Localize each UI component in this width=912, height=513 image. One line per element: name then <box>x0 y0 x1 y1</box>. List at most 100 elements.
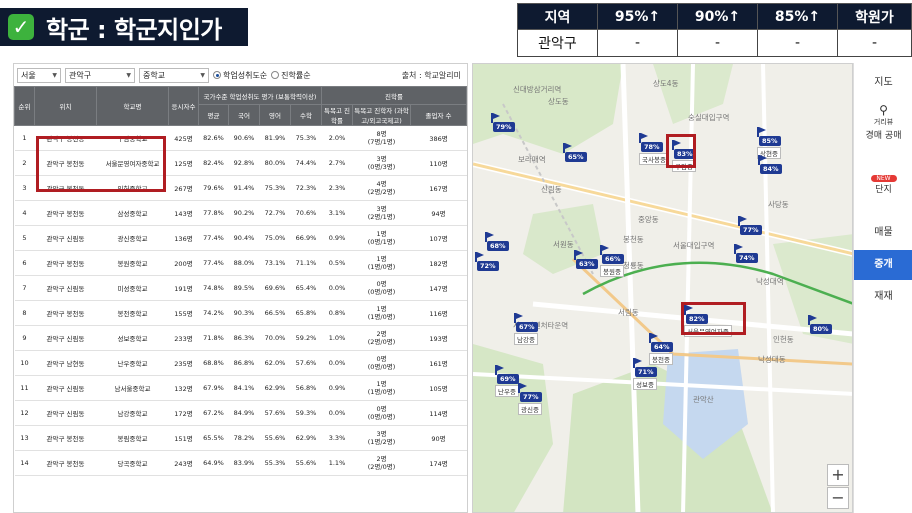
place-label: 청룡동 <box>623 261 644 270</box>
table-row[interactable]: 11 관악구 신림동 남서울중학교 132명 67.9% 84.1% 62.9% 56.8% 0… <box>14 375 467 401</box>
cell-english: 75.3% <box>259 175 291 201</box>
cell-test-takers: 155명 <box>168 300 199 326</box>
school-marker[interactable]: 66% <box>600 245 624 264</box>
new-badge: NEW <box>870 175 897 182</box>
cell-special-count: 0명 (0명/0명) <box>352 275 411 301</box>
district-select[interactable]: 관악구 ▼ <box>65 67 135 83</box>
complex-label: 단지 <box>875 185 892 195</box>
school-marker[interactable]: 85% <box>757 127 781 146</box>
special-count-breakdown: (2명/1명) <box>367 213 396 221</box>
table-row[interactable]: 10 관악구 남현동 난우중학교 235명 68.8% 86.8% 62.0% 57.6% 0.… <box>14 350 467 376</box>
col-korean: 국어 <box>228 104 260 126</box>
school-marker[interactable]: 67% <box>514 313 538 332</box>
special-count-total: 0명 <box>376 280 387 288</box>
school-marker[interactable]: 78% <box>639 133 663 152</box>
special-count-breakdown: (0명/0명) <box>367 413 396 421</box>
school-marker[interactable]: 64% <box>649 333 673 352</box>
zoom-in-button[interactable]: + <box>827 464 849 486</box>
city-select[interactable]: 서울 ▼ <box>17 67 61 83</box>
cell-test-takers: 132명 <box>168 375 199 401</box>
map-tool-redevelop[interactable]: 재재 <box>854 287 912 302</box>
cell-graduates: 193명 <box>410 325 467 351</box>
school-marker[interactable]: 84% <box>758 155 782 174</box>
school-marker[interactable]: 79% <box>491 113 515 132</box>
cell-special-rate: 0.9% <box>321 375 353 401</box>
table-row[interactable]: 13 관악구 봉천동 봉림중학교 151명 65.5% 78.2% 55.6% 62.9% 3.… <box>14 425 467 451</box>
cell-avg: 77.4% <box>198 225 229 251</box>
map-tool-auction[interactable]: 경매 공매 <box>854 131 912 142</box>
cell-rank: 9 <box>14 325 35 351</box>
map-tool-broker[interactable]: 중개 <box>854 250 912 280</box>
cell-rank: 7 <box>14 275 35 301</box>
cell-graduates: 110명 <box>410 150 467 176</box>
school-marker[interactable]: 80% <box>808 315 832 334</box>
stats-cell-academy: - <box>837 29 912 57</box>
cell-avg: 74.8% <box>198 275 229 301</box>
radio-off-icon <box>271 71 280 79</box>
radio-achievement[interactable]: 학업성취도순 <box>213 70 267 81</box>
highlight-box-gueam <box>666 134 696 168</box>
school-type-select[interactable]: 중학교 ▼ <box>139 67 209 83</box>
school-marker[interactable]: 68% <box>485 232 509 251</box>
cell-english: 55.6% <box>259 425 291 451</box>
cell-location: 관악구 신림동 <box>34 275 97 301</box>
place-label: 신대방삼거리역 <box>513 85 562 94</box>
cell-special-count: 1명 (1명/0명) <box>352 375 411 401</box>
table-row[interactable]: 7 관악구 신림동 미성중학교 191명 74.8% 89.5% 69.6% 65.4% 0.0… <box>14 275 467 301</box>
school-marker[interactable]: 69% <box>495 365 519 384</box>
chevron-down-icon: ▼ <box>200 71 205 79</box>
table-row[interactable]: 8 관악구 봉천동 봉천중학교 155명 74.2% 90.3% 66.5% 65.8% 0.8… <box>14 300 467 326</box>
table-row[interactable]: 9 관악구 신림동 성보중학교 233명 71.8% 86.3% 70.0% 59.2% 1.0… <box>14 325 467 351</box>
cell-korean: 78.2% <box>228 425 260 451</box>
cell-special-count: 3명 (0명/3명) <box>352 150 411 176</box>
special-count-breakdown: (2명/0명) <box>367 463 396 471</box>
special-count-total: 0명 <box>376 355 387 363</box>
school-marker[interactable]: 72% <box>475 252 499 271</box>
map-view[interactable]: 신대방삼거리역 상도동 보라매역 숭실대입구역 상도4동 사당동 신림동 서원동… <box>472 63 853 513</box>
cell-avg: 65.5% <box>198 425 229 451</box>
table-row[interactable]: 5 관악구 신림동 광신중학교 136명 77.4% 90.4% 75.0% 66.9% 0.9… <box>14 225 467 251</box>
cell-special-rate: 0.8% <box>321 300 353 326</box>
cell-special-rate: 3.3% <box>321 425 353 451</box>
cell-special-count: 4명 (2명/2명) <box>352 175 411 201</box>
table-row[interactable]: 4 관악구 봉천동 삼성중학교 143명 77.8% 90.2% 72.7% 70.6% 3.1… <box>14 200 467 226</box>
cell-test-takers: 267명 <box>168 175 199 201</box>
map-tool-street[interactable]: ⚲ 거리뷰 <box>854 103 912 127</box>
school-marker[interactable]: 77% <box>518 383 542 402</box>
cell-rank: 6 <box>14 250 35 276</box>
cell-graduates: 147명 <box>410 275 467 301</box>
school-marker[interactable]: 65% <box>563 143 587 162</box>
school-marker[interactable]: 74% <box>734 244 758 263</box>
cell-rank: 10 <box>14 350 35 376</box>
cell-graduates: 94명 <box>410 200 467 226</box>
zoom-out-button[interactable]: − <box>827 487 849 509</box>
school-marker[interactable]: 77% <box>738 216 762 235</box>
cell-school: 미성중학교 <box>96 275 169 301</box>
cell-location: 관악구 신림동 <box>34 225 97 251</box>
col-location: 위치 <box>34 86 97 126</box>
cell-test-takers: 425명 <box>168 125 199 151</box>
cell-avg: 64.9% <box>198 450 229 476</box>
cell-korean: 90.2% <box>228 200 260 226</box>
table-row[interactable]: 14 관악구 봉천동 당곡중학교 243명 64.9% 83.9% 55.3% 55.6% 1.… <box>14 450 467 476</box>
cell-rank: 14 <box>14 450 35 476</box>
cell-avg: 82.4% <box>198 150 229 176</box>
table-row[interactable]: 12 관악구 신림동 남강중학교 172명 67.2% 84.9% 57.6% 59.3% 0.… <box>14 400 467 426</box>
radio-admission[interactable]: 진학률순 <box>271 70 311 81</box>
cell-graduates: 107명 <box>410 225 467 251</box>
place-label: 상도4동 <box>653 79 679 88</box>
map-tool-map[interactable]: 지도 <box>854 73 912 88</box>
cell-special-rate: 2.7% <box>321 150 353 176</box>
cell-test-takers: 125명 <box>168 150 199 176</box>
map-tool-listing[interactable]: 매물 <box>854 223 912 238</box>
special-count-total: 2명 <box>376 330 387 338</box>
cell-special-rate: 0.9% <box>321 225 353 251</box>
cell-korean: 91.4% <box>228 175 260 201</box>
chevron-down-icon: ▼ <box>126 71 131 79</box>
cell-special-rate: 1.0% <box>321 325 353 351</box>
school-marker[interactable]: 63% <box>574 250 598 269</box>
table-row[interactable]: 6 관악구 봉천동 봉원중학교 200명 77.4% 88.0% 73.1% 71.1% 0.5… <box>14 250 467 276</box>
school-marker[interactable]: 71% <box>633 358 657 377</box>
cell-special-rate: 0.0% <box>321 275 353 301</box>
map-tool-complex[interactable]: NEW 단지 <box>854 175 912 195</box>
